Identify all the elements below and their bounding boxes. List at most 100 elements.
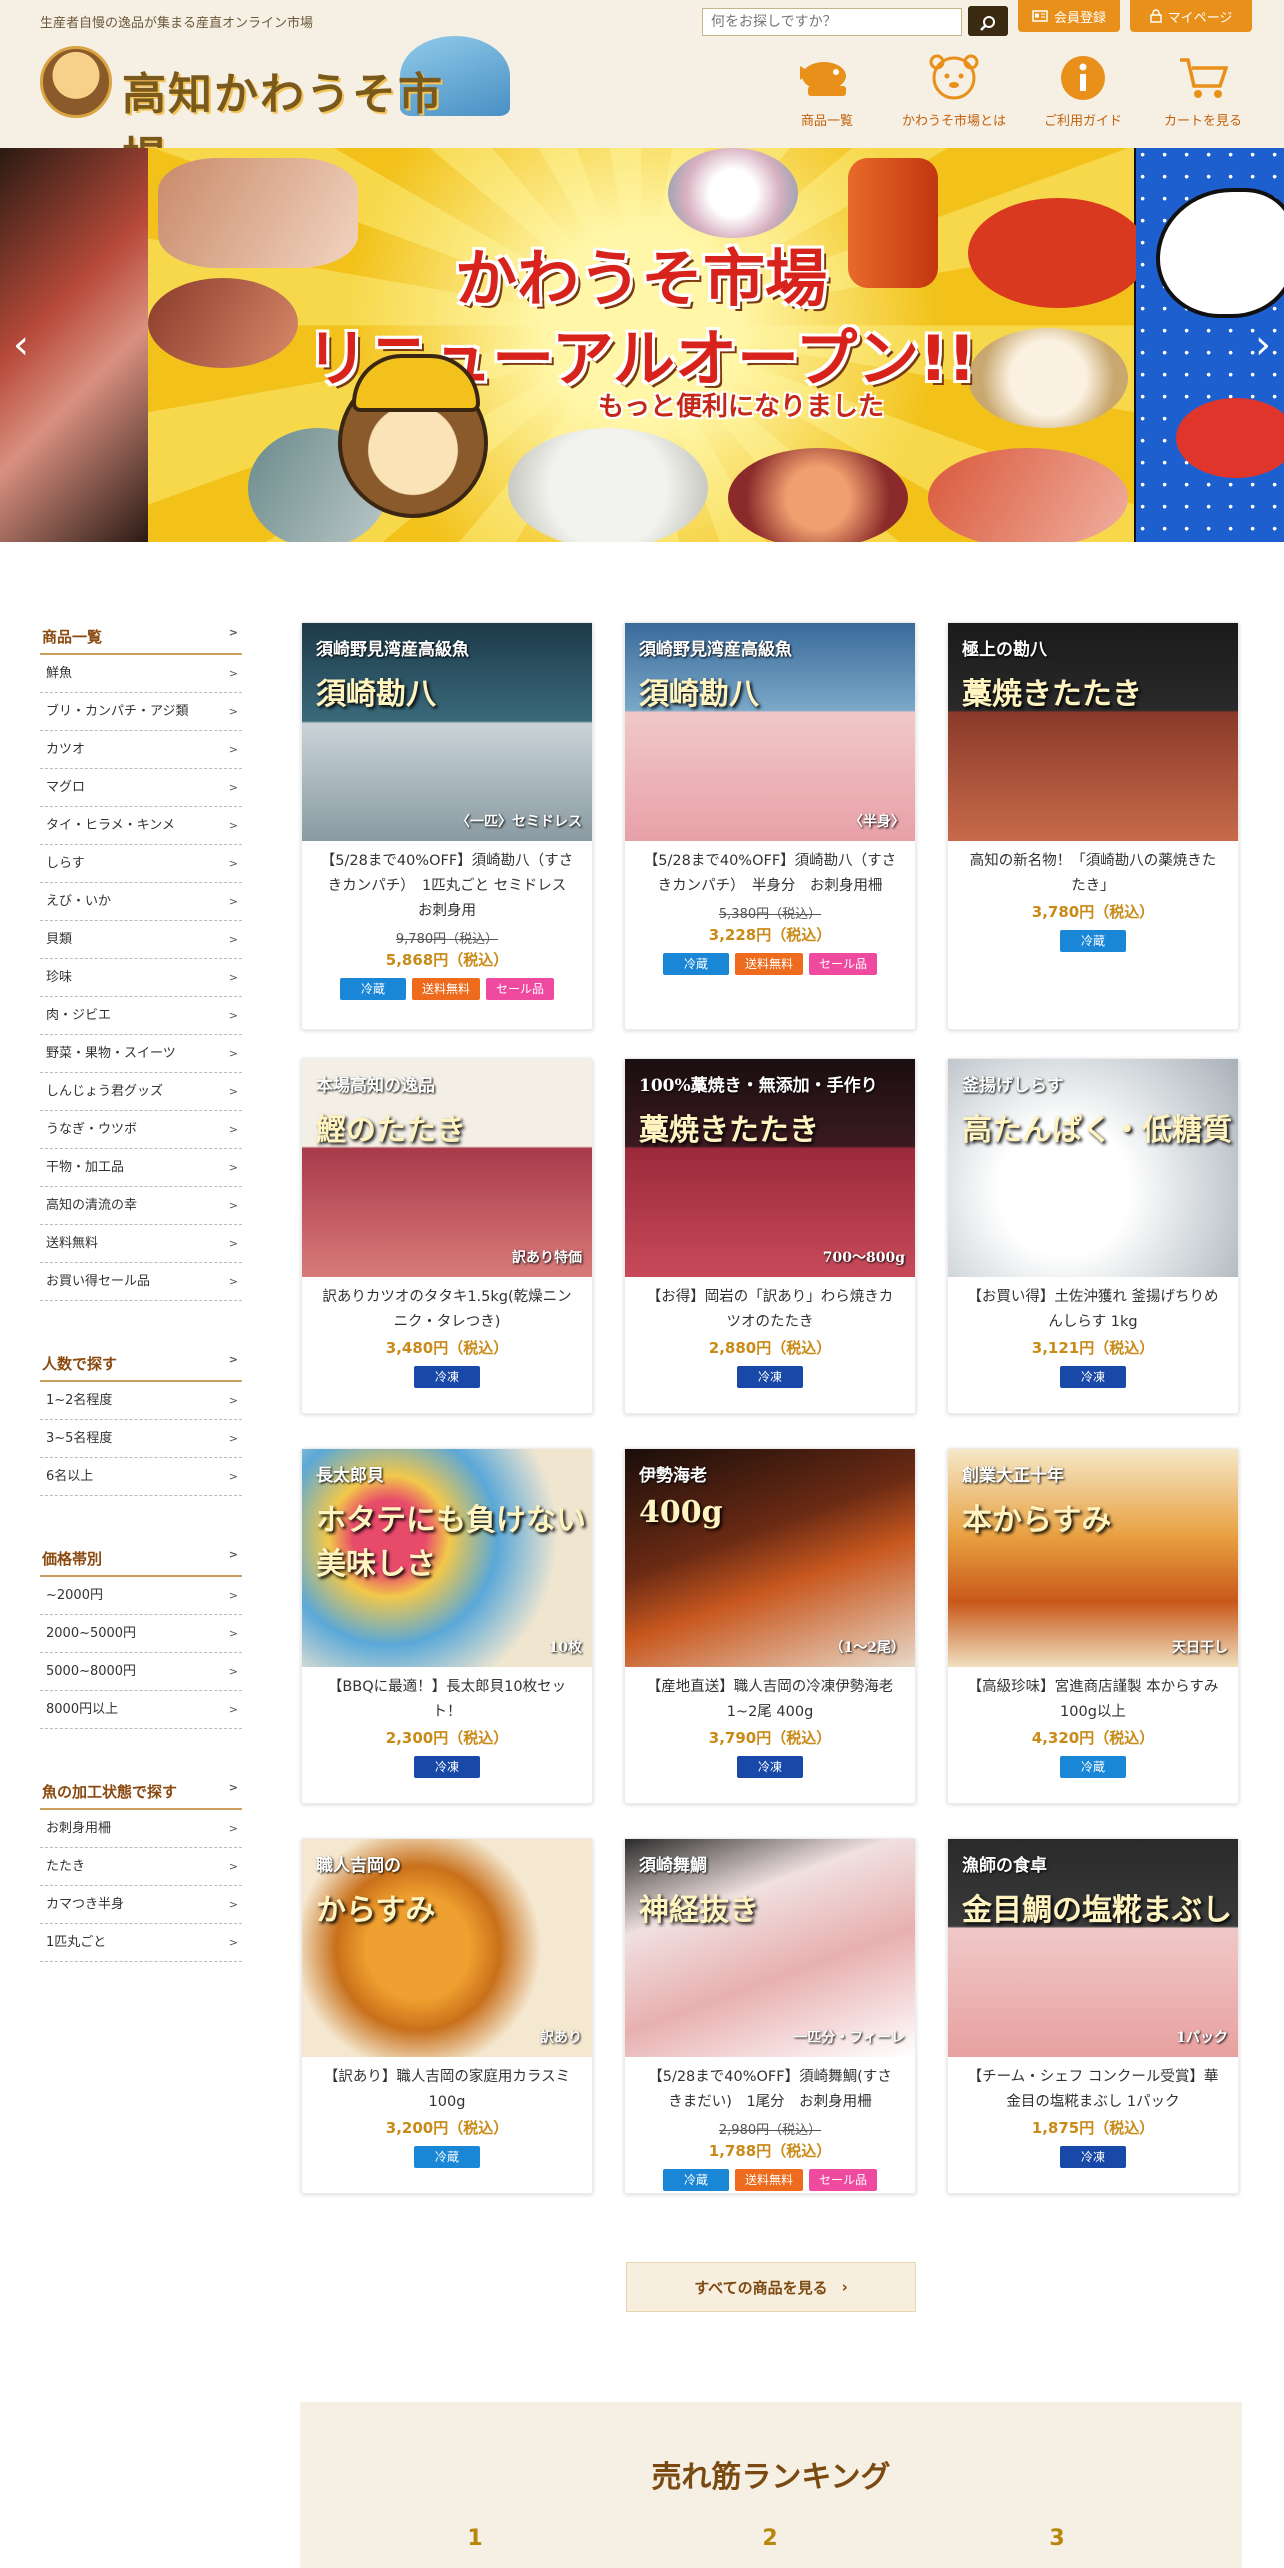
- product-title[interactable]: 訳ありカツオのタタキ1.5kg(乾燥ニンニク・タレつき): [302, 1277, 592, 1335]
- product-title[interactable]: 【訳あり】職人吉岡の家庭用カラスミ100g: [302, 2057, 592, 2115]
- product-title[interactable]: 【お買い得】土佐沖獲れ 釜揚げちりめんしらす 1kg: [948, 1277, 1238, 1335]
- sidebar-item[interactable]: 干物・加工品 >: [40, 1149, 242, 1187]
- product-image[interactable]: 須崎舞鯛 神経抜き 一匹分・フィーレ: [625, 1839, 915, 2057]
- sidebar-item[interactable]: しんじょう君グッズ >: [40, 1073, 242, 1111]
- hero-title-line1: かわうそ市場: [454, 242, 827, 315]
- carousel-next-arrow-icon[interactable]: ›: [1248, 323, 1278, 367]
- carousel-prev-arrow-icon[interactable]: ‹: [6, 323, 36, 367]
- product-image[interactable]: 職人吉岡の からすみ 訳あり: [302, 1839, 592, 2057]
- product-title[interactable]: 【産地直送】職人吉岡の冷凍伊勢海老 1~2尾 400g: [625, 1667, 915, 1725]
- sidebar-item-label: 2000~5000円: [46, 1626, 137, 1641]
- sidebar-item[interactable]: 野菜・果物・スイーツ >: [40, 1035, 242, 1073]
- nav-about[interactable]: かわうそ市場とは: [889, 52, 1019, 138]
- product-card[interactable]: 漁師の食卓 金目鯛の塩糀まぶし 1パック 【チーム・シェフ コンクール受賞】華金目の塩…: [947, 1838, 1239, 2194]
- sidebar-group: 商品一覧 > 鮮魚 > ブリ・カンパチ・アジ類 > カツオ > マグロ > タイ・ヒラメ・キンメ > し…: [40, 620, 242, 1301]
- product-image-note: （1～2尾）: [829, 1640, 905, 1656]
- product-card[interactable]: 釜揚げしらす 高たんぱく・低糖質 【お買い得】土佐沖獲れ 釜揚げちりめんしらす 1k…: [947, 1058, 1239, 1414]
- search-input[interactable]: [702, 8, 962, 36]
- sidebar-item[interactable]: 5000~8000円 >: [40, 1653, 242, 1691]
- chevron-right-icon: >: [228, 1470, 238, 1483]
- chevron-right-icon: >: [228, 1936, 238, 1949]
- sidebar-item[interactable]: たたき >: [40, 1848, 242, 1886]
- product-title[interactable]: 高知の新名物！「須崎勘八の薬焼きたたき」: [948, 841, 1238, 899]
- product-title[interactable]: 【5/28まで40%OFF】須崎勘八（すさきカンパチ） 1匹丸ごと セミドレス …: [302, 841, 592, 924]
- sidebar-group: 魚の加工状態で探す > お刺身用柵 > たたき > カマつき半身 >1匹丸ごと >: [40, 1775, 242, 1962]
- sidebar-item[interactable]: 6名以上 >: [40, 1458, 242, 1496]
- all-products-button[interactable]: すべての商品を見る ›: [626, 2262, 916, 2312]
- sidebar-item[interactable]: 3~5名程度 >: [40, 1420, 242, 1458]
- product-badges: 冷蔵: [948, 930, 1238, 952]
- nav-products[interactable]: 商品一覧: [762, 52, 892, 138]
- product-image[interactable]: 漁師の食卓 金目鯛の塩糀まぶし 1パック: [948, 1839, 1238, 2057]
- sidebar-item[interactable]: えび・いか >: [40, 883, 242, 921]
- sidebar-item[interactable]: カツオ >: [40, 731, 242, 769]
- product-card[interactable]: 須崎野見湾産高級魚 須崎勘八 〈半身〉 【5/28まで40%OFF】須崎勘八（すさきカ…: [624, 622, 916, 1030]
- site-logo[interactable]: 高知かわうそ市場: [40, 36, 510, 184]
- product-card[interactable]: 長太郎貝 ホタテにも負けない美味しさ 10枚 【BBQに最適！】長太郎貝10枚セット！…: [301, 1448, 593, 1804]
- sidebar-item[interactable]: お買い得セール品 >: [40, 1263, 242, 1301]
- hero-slide-renewal[interactable]: かわうそ市場 リニューアルオープン!! もっと便利になりました: [148, 148, 1148, 542]
- sidebar-item[interactable]: ~2000円 >: [40, 1577, 242, 1615]
- product-image-headline: からすみ: [316, 1893, 436, 1928]
- product-card[interactable]: 本場高知の逸品 鰹のたたき 訳あり特価 訳ありカツオのタタキ1.5kg(乾燥ニンニク・…: [301, 1058, 593, 1414]
- product-card[interactable]: 創業大正十年 本からすみ 天日干し 【高級珍味】宮進商店謹製 本からすみ 100g以上…: [947, 1448, 1239, 1804]
- product-badges: 冷蔵 送料無料 セール品: [625, 953, 915, 975]
- member-register-button[interactable]: 会員登録: [1018, 0, 1120, 32]
- mypage-button[interactable]: マイページ: [1130, 0, 1252, 32]
- sidebar-item[interactable]: 2000~5000円 >: [40, 1615, 242, 1653]
- sidebar-item[interactable]: 送料無料 >: [40, 1225, 242, 1263]
- sidebar-item[interactable]: しらす >: [40, 845, 242, 883]
- sidebar-item[interactable]: 8000円以上 >: [40, 1691, 242, 1729]
- chevron-right-icon: >: [228, 1085, 238, 1098]
- sidebar-item[interactable]: タイ・ヒラメ・キンメ >: [40, 807, 242, 845]
- sidebar-item[interactable]: 1~2名程度 >: [40, 1382, 242, 1420]
- sidebar-item[interactable]: 1匹丸ごと >: [40, 1924, 242, 1962]
- nav-cart[interactable]: カートを見る: [1138, 52, 1268, 138]
- sidebar-heading[interactable]: 魚の加工状態で探す >: [40, 1775, 242, 1810]
- sidebar-item-label: お刺身用柵: [46, 1821, 112, 1836]
- sidebar-item[interactable]: ブリ・カンパチ・アジ類 >: [40, 693, 242, 731]
- product-title[interactable]: 【BBQに最適！】長太郎貝10枚セット！: [302, 1667, 592, 1725]
- product-image[interactable]: 伊勢海老 400g （1～2尾）: [625, 1449, 915, 1667]
- product-price: 5,868円（税込）: [385, 951, 509, 969]
- chevron-right-icon: >: [228, 1237, 238, 1250]
- sidebar-item[interactable]: マグロ >: [40, 769, 242, 807]
- product-image[interactable]: 本場高知の逸品 鰹のたたき 訳あり特価: [302, 1059, 592, 1277]
- sidebar-item[interactable]: カマつき半身 >: [40, 1886, 242, 1924]
- search-button[interactable]: [968, 6, 1008, 36]
- product-image[interactable]: 100%藁焼き・無添加・手作り 藁焼きたたき 700～800g: [625, 1059, 915, 1277]
- product-image[interactable]: 釜揚げしらす 高たんぱく・低糖質: [948, 1059, 1238, 1277]
- product-title[interactable]: 【チーム・シェフ コンクール受賞】華金目の塩糀まぶし 1パック: [948, 2057, 1238, 2115]
- product-card[interactable]: 極上の勘八 藁焼きたたき 高知の新名物！「須崎勘八の薬焼きたたき」 3,780円（税込…: [947, 622, 1239, 1030]
- sidebar-heading[interactable]: 商品一覧 >: [40, 620, 242, 655]
- sidebar-item-label: 貝類: [46, 932, 73, 947]
- chevron-right-icon: >: [228, 1353, 238, 1366]
- sidebar-item[interactable]: 肉・ジビエ >: [40, 997, 242, 1035]
- nav-guide[interactable]: ご利用ガイド: [1018, 52, 1148, 138]
- product-card[interactable]: 伊勢海老 400g （1～2尾） 【産地直送】職人吉岡の冷凍伊勢海老 1~2尾 400…: [624, 1448, 916, 1804]
- sidebar-heading[interactable]: 価格帯別 >: [40, 1542, 242, 1577]
- product-card[interactable]: 100%藁焼き・無添加・手作り 藁焼きたたき 700～800g 【お得】岡岩の「訳あり…: [624, 1058, 916, 1414]
- sidebar-item[interactable]: 高知の清流の幸 >: [40, 1187, 242, 1225]
- product-card[interactable]: 須崎野見湾産高級魚 須崎勘八 〈一匹〉セミドレス 【5/28まで40%OFF】須崎勘八…: [301, 622, 593, 1030]
- sidebar-heading[interactable]: 人数で探す >: [40, 1347, 242, 1382]
- product-image[interactable]: 須崎野見湾産高級魚 須崎勘八 〈半身〉: [625, 623, 915, 841]
- product-image[interactable]: 長太郎貝 ホタテにも負けない美味しさ 10枚: [302, 1449, 592, 1667]
- product-card[interactable]: 須崎舞鯛 神経抜き 一匹分・フィーレ 【5/28まで40%OFF】須崎舞鯛(すさきまだ…: [624, 1838, 916, 2194]
- product-card[interactable]: 職人吉岡の からすみ 訳あり 【訳あり】職人吉岡の家庭用カラスミ100g 3,200円（…: [301, 1838, 593, 2194]
- speech-bubble-graphic: [1156, 188, 1284, 318]
- hero-carousel[interactable]: かわうそ市場 リニューアルオープン!! もっと便利になりました ‹ ›: [0, 148, 1284, 542]
- sidebar-item[interactable]: お刺身用柵 >: [40, 1810, 242, 1848]
- product-title[interactable]: 【高級珍味】宮進商店謹製 本からすみ 100g以上: [948, 1667, 1238, 1725]
- sidebar-item-label: しらす: [46, 856, 85, 871]
- product-title[interactable]: 【5/28まで40%OFF】須崎舞鯛(すさきまだい) 1尾分 お刺身用柵: [625, 2057, 915, 2115]
- sidebar-item[interactable]: 貝類 >: [40, 921, 242, 959]
- product-image[interactable]: 須崎野見湾産高級魚 須崎勘八 〈一匹〉セミドレス: [302, 623, 592, 841]
- product-image[interactable]: 極上の勘八 藁焼きたたき: [948, 623, 1238, 841]
- sidebar-item[interactable]: うなぎ・ウツボ >: [40, 1111, 242, 1149]
- product-title[interactable]: 【5/28まで40%OFF】須崎勘八（すさきカンパチ） 半身分 お刺身用柵: [625, 841, 915, 899]
- sidebar-item[interactable]: 鮮魚 >: [40, 655, 242, 693]
- product-image[interactable]: 創業大正十年 本からすみ 天日干し: [948, 1449, 1238, 1667]
- product-title[interactable]: 【お得】岡岩の「訳あり」わら焼きカツオのたたき: [625, 1277, 915, 1335]
- sidebar-item[interactable]: 珍味 >: [40, 959, 242, 997]
